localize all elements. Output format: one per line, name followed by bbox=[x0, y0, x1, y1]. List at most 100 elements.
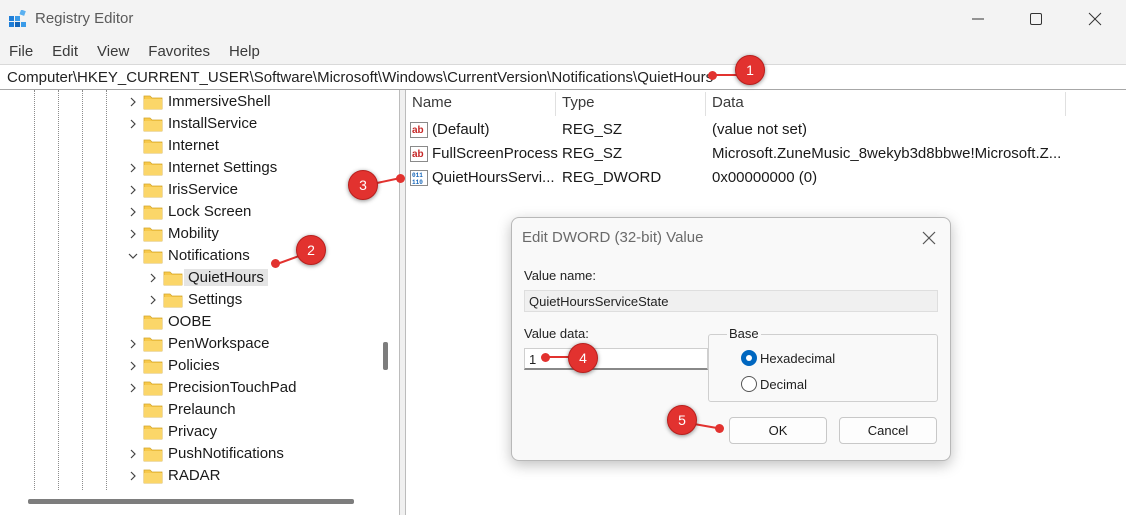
tree-horizontal-scrollbar[interactable] bbox=[28, 499, 354, 504]
address-bar[interactable]: Computer\HKEY_CURRENT_USER\Software\Micr… bbox=[0, 64, 1126, 90]
folder-icon bbox=[143, 161, 163, 176]
radio-button-unchecked[interactable] bbox=[741, 376, 757, 392]
tree-item[interactable]: Settings bbox=[0, 289, 380, 311]
tree-vertical-scrollbar[interactable] bbox=[383, 342, 388, 370]
radio-decimal[interactable]: Decimal bbox=[741, 375, 807, 393]
folder-icon bbox=[143, 447, 163, 462]
list-item[interactable]: 011 110 QuietHoursServi... REG_DWORD 0x0… bbox=[406, 166, 1126, 190]
folder-icon bbox=[143, 183, 163, 198]
close-window-button[interactable] bbox=[1072, 0, 1118, 38]
callout-5-dot bbox=[715, 424, 724, 433]
edit-dword-dialog: Edit DWORD (32-bit) Value Value name: Qu… bbox=[511, 217, 951, 461]
binary-value-icon: 011 110 bbox=[410, 170, 428, 186]
value-data-label: Value data: bbox=[524, 326, 589, 341]
callout-4-dot bbox=[541, 353, 550, 362]
tree-item[interactable]: Policies bbox=[0, 355, 380, 377]
radio-hexadecimal[interactable]: Hexadecimal bbox=[741, 349, 835, 367]
close-icon bbox=[1088, 12, 1102, 26]
value-data: 0x00000000 (0) bbox=[712, 169, 818, 186]
radio-decimal-label: Decimal bbox=[760, 376, 807, 392]
maximize-button[interactable] bbox=[1013, 0, 1059, 38]
callout-2-dot bbox=[271, 259, 280, 268]
value-name: (Default) bbox=[432, 121, 490, 138]
value-type: REG_DWORD bbox=[562, 169, 662, 186]
column-separator[interactable] bbox=[1065, 92, 1066, 116]
address-path[interactable]: Computer\HKEY_CURRENT_USER\Software\Micr… bbox=[7, 69, 713, 86]
tree-item[interactable]: IrisService bbox=[0, 179, 380, 201]
ok-button[interactable]: OK bbox=[729, 417, 827, 444]
radio-button-checked[interactable] bbox=[741, 350, 757, 366]
chevron-right-icon[interactable] bbox=[146, 292, 160, 308]
menu-edit[interactable]: Edit bbox=[52, 43, 78, 60]
key-tree-pane[interactable]: ImmersiveShell InstallService Internet Inte… bbox=[0, 90, 400, 515]
tree-item[interactable]: QuietHours bbox=[0, 267, 380, 289]
chevron-down-icon[interactable] bbox=[126, 248, 140, 264]
menu-favorites[interactable]: Favorites bbox=[148, 43, 210, 60]
folder-icon bbox=[143, 381, 163, 396]
tree-item[interactable]: PushNotifications bbox=[0, 443, 380, 465]
tree-item[interactable]: Prelaunch bbox=[0, 399, 380, 421]
tree-item-label: Mobility bbox=[168, 225, 219, 242]
tree-item[interactable]: PenWorkspace bbox=[0, 333, 380, 355]
chevron-right-icon[interactable] bbox=[126, 204, 140, 220]
tree-item[interactable]: Lock Screen bbox=[0, 201, 380, 223]
string-value-icon: ab bbox=[410, 122, 428, 138]
tree-item[interactable]: Privacy bbox=[0, 421, 380, 443]
chevron-right-icon[interactable] bbox=[126, 336, 140, 352]
chevron-right-icon[interactable] bbox=[126, 226, 140, 242]
chevron-right-icon[interactable] bbox=[126, 160, 140, 176]
chevron-right-icon[interactable] bbox=[146, 270, 160, 286]
tree-item[interactable]: Internet Settings bbox=[0, 157, 380, 179]
folder-icon bbox=[143, 249, 163, 264]
tree-item-label: PenWorkspace bbox=[168, 335, 270, 352]
callout-1-dot bbox=[708, 71, 717, 80]
cancel-button[interactable]: Cancel bbox=[839, 417, 937, 444]
tree-item-label: Internet bbox=[168, 137, 219, 154]
close-icon bbox=[922, 231, 936, 245]
chevron-right-icon[interactable] bbox=[126, 182, 140, 198]
chevron-right-icon[interactable] bbox=[126, 358, 140, 374]
callout-4-line bbox=[548, 356, 570, 358]
list-item[interactable]: ab FullScreenProcess REG_SZ Microsoft.Zu… bbox=[406, 142, 1126, 166]
callout-3-badge: 3 bbox=[348, 170, 378, 200]
callout-1-badge: 1 bbox=[735, 55, 765, 85]
folder-icon bbox=[143, 205, 163, 220]
tree-item[interactable]: Internet bbox=[0, 135, 380, 157]
column-header-name[interactable]: Name bbox=[412, 94, 452, 118]
folder-icon bbox=[143, 139, 163, 154]
tree-item[interactable]: OOBE bbox=[0, 311, 380, 333]
chevron-right-icon[interactable] bbox=[126, 380, 140, 396]
tree-item-label: Internet Settings bbox=[168, 159, 278, 176]
chevron-right-icon[interactable] bbox=[126, 94, 140, 110]
tree-item[interactable]: RADAR bbox=[0, 465, 380, 487]
value-name-label: Value name: bbox=[524, 268, 597, 283]
column-separator[interactable] bbox=[705, 92, 706, 116]
tree-item-label: PushNotifications bbox=[168, 445, 284, 462]
folder-icon bbox=[143, 227, 163, 242]
column-separator[interactable] bbox=[555, 92, 556, 116]
menu-file[interactable]: File bbox=[9, 43, 33, 60]
list-item[interactable]: ab (Default) REG_SZ (value not set) bbox=[406, 118, 1126, 142]
tree-item[interactable]: InstallService bbox=[0, 113, 380, 135]
minimize-button[interactable] bbox=[955, 0, 1001, 38]
tree-item-label: Lock Screen bbox=[168, 203, 252, 220]
tree-item-label: PrecisionTouchPad bbox=[168, 379, 297, 396]
column-header-type[interactable]: Type bbox=[562, 94, 595, 118]
value-data-input[interactable]: 1 bbox=[524, 348, 708, 370]
value-name: QuietHoursServi... bbox=[432, 169, 555, 186]
menu-view[interactable]: View bbox=[97, 43, 129, 60]
tree-item[interactable]: PrecisionTouchPad bbox=[0, 377, 380, 399]
tree-item[interactable]: ImmersiveShell bbox=[0, 91, 380, 113]
folder-icon bbox=[143, 337, 163, 352]
menu-help[interactable]: Help bbox=[229, 43, 260, 60]
dialog-close-button[interactable] bbox=[916, 226, 942, 250]
value-name-field: QuietHoursServiceState bbox=[524, 290, 938, 312]
column-header-data[interactable]: Data bbox=[712, 94, 744, 118]
minimize-icon bbox=[972, 18, 984, 20]
title-bar: Registry Editor bbox=[0, 0, 1126, 38]
tree-item-label: ImmersiveShell bbox=[168, 93, 271, 110]
chevron-right-icon[interactable] bbox=[126, 446, 140, 462]
value-data: (value not set) bbox=[712, 121, 808, 138]
chevron-right-icon[interactable] bbox=[126, 116, 140, 132]
chevron-right-icon[interactable] bbox=[126, 468, 140, 484]
